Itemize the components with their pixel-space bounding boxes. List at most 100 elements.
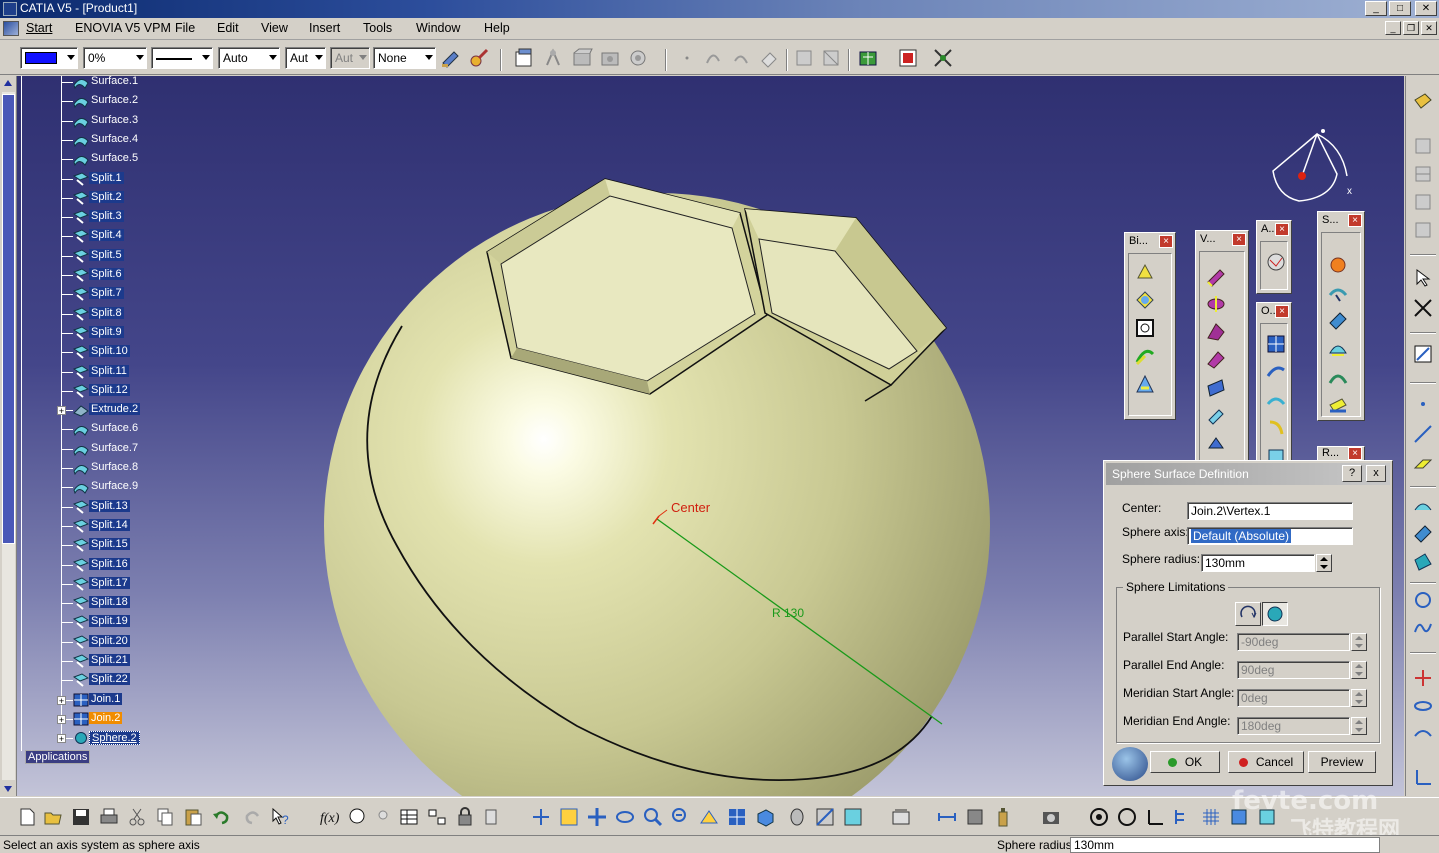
snap-a-icon[interactable] [1411, 134, 1435, 158]
reorder-icon[interactable] [482, 806, 504, 828]
close-icon[interactable]: × [1159, 235, 1173, 248]
cylinder-tool-icon[interactable] [1204, 348, 1228, 372]
eraser-icon[interactable] [758, 47, 780, 69]
hand-icon[interactable] [1116, 806, 1138, 828]
update-all-icon[interactable] [857, 47, 879, 69]
floating-toolbar-v[interactable]: V... × [1195, 230, 1249, 470]
copy-icon[interactable] [154, 806, 176, 828]
radius-spinner[interactable] [1316, 554, 1332, 572]
parallel-start-field[interactable]: -90deg [1237, 633, 1350, 651]
floating-toolbar-o[interactable]: O... × [1256, 302, 1292, 472]
boundary-tool-icon[interactable] [1264, 416, 1288, 440]
color-combo[interactable] [20, 47, 78, 69]
bitangent-icon[interactable] [1133, 260, 1157, 284]
cancel-button[interactable]: Cancel [1228, 751, 1304, 773]
undo-icon[interactable] [210, 806, 232, 828]
measure-inertia-icon[interactable] [599, 47, 621, 69]
meridian-start-field[interactable]: 0deg [1237, 689, 1350, 707]
light-icon[interactable] [372, 806, 394, 828]
menu-help[interactable]: Help [484, 21, 510, 35]
hide-show-icon[interactable] [814, 806, 836, 828]
axis-bottom-icon[interactable] [1144, 806, 1166, 828]
doc-restore-button[interactable]: ❐ [1403, 21, 1419, 35]
expand-icon[interactable]: + [57, 734, 66, 744]
fill-surface-icon[interactable] [1204, 432, 1228, 456]
knowledge-icon[interactable] [346, 806, 368, 828]
snap-c-icon[interactable] [1411, 190, 1435, 214]
split-tool-icon[interactable] [1264, 360, 1288, 384]
ok-button[interactable]: OK [1150, 751, 1220, 773]
preview-button[interactable]: Preview [1308, 751, 1376, 773]
loft-surface-icon[interactable] [1326, 337, 1350, 361]
lock-icon[interactable] [454, 806, 476, 828]
zoom-out-icon[interactable] [670, 806, 692, 828]
apply-material-icon[interactable] [627, 47, 649, 69]
partial-sphere-toggle[interactable] [1235, 602, 1261, 626]
table-icon[interactable] [398, 806, 420, 828]
close-icon[interactable]: × [1232, 233, 1246, 246]
spline-icon[interactable] [1411, 616, 1435, 640]
fit-all-icon[interactable] [558, 806, 580, 828]
revolve-icon[interactable] [1204, 292, 1228, 316]
properties-brush-icon[interactable] [468, 47, 490, 69]
expand-icon[interactable]: + [57, 696, 66, 706]
scroll-down-arrow-icon[interactable] [4, 786, 12, 792]
apply-material-bottom-icon[interactable] [964, 806, 986, 828]
menu-enovia[interactable]: ENOVIA V5 VPM [75, 21, 171, 35]
point-type-combo[interactable]: Aut [330, 47, 370, 69]
offset-tool-icon[interactable] [1204, 376, 1228, 400]
sweep-surface-icon[interactable] [1411, 550, 1435, 574]
status-param-field[interactable]: 130mm [1070, 837, 1380, 853]
iso-view-icon[interactable] [754, 806, 776, 828]
sweep-tool-icon[interactable] [1204, 404, 1228, 428]
painter-icon[interactable] [440, 47, 462, 69]
menu-tools[interactable]: Tools [363, 21, 392, 35]
camera-view-icon[interactable] [890, 806, 912, 828]
close-icon[interactable]: × [1275, 223, 1289, 236]
shading-icon[interactable] [786, 806, 808, 828]
axis-system-icon[interactable] [1411, 766, 1435, 790]
rotate-3d-icon[interactable] [1088, 806, 1110, 828]
rotate-icon[interactable] [1411, 694, 1435, 718]
line-weight-combo[interactable]: Aut [285, 47, 326, 69]
zoom-in-icon[interactable] [642, 806, 664, 828]
tree-scrollbar[interactable] [0, 76, 17, 796]
multi-view-icon[interactable] [726, 806, 748, 828]
fly-mode-icon[interactable] [530, 806, 552, 828]
join-tool-icon[interactable] [1264, 332, 1288, 356]
compass-icon[interactable]: x [1272, 129, 1352, 202]
plane-icon[interactable] [1411, 452, 1435, 476]
constraint-b-icon[interactable] [820, 47, 842, 69]
close-icon[interactable]: × [1348, 447, 1362, 460]
sketcher-icon[interactable] [1411, 342, 1435, 366]
bottle-icon[interactable] [992, 806, 1014, 828]
print-icon[interactable] [98, 806, 120, 828]
measure-between-icon[interactable] [543, 47, 565, 69]
circle-curve-icon[interactable] [1411, 588, 1435, 612]
sphere-surface-icon[interactable] [1326, 253, 1350, 277]
swap-space-icon[interactable] [842, 806, 864, 828]
parallel-start-spinner[interactable] [1351, 633, 1367, 651]
cylinder-surface-icon[interactable] [1326, 281, 1350, 305]
undo-curve-icon[interactable] [702, 47, 724, 69]
center-field[interactable]: Join.2\Vertex.1 [1187, 502, 1353, 520]
square-tool-icon[interactable] [1133, 316, 1157, 340]
capture-icon[interactable] [1040, 806, 1062, 828]
meridian-end-field[interactable]: 180deg [1237, 717, 1350, 735]
ruled-surface-icon[interactable] [1326, 393, 1350, 417]
trim-tool-icon[interactable] [1264, 388, 1288, 412]
grid-icon[interactable] [1200, 806, 1222, 828]
sphere-axis-field[interactable]: Default (Absolute) [1187, 527, 1353, 545]
thickness-combo[interactable]: Auto [218, 47, 280, 69]
floating-toolbar-a[interactable]: A... × [1256, 220, 1292, 294]
catia-app-icon[interactable] [3, 2, 17, 16]
whole-sphere-toggle[interactable] [1262, 602, 1288, 626]
applications-node[interactable]: Applications [25, 750, 91, 764]
save-icon[interactable] [70, 806, 92, 828]
sphere-radius-field[interactable]: 130mm [1201, 554, 1315, 572]
offset-surface-icon[interactable] [1326, 309, 1350, 333]
fill-tool-icon[interactable] [1133, 372, 1157, 396]
measure-item-icon[interactable] [571, 47, 593, 69]
translate-icon[interactable] [1411, 666, 1435, 690]
floating-toolbar-bi[interactable]: Bi... × [1124, 232, 1176, 420]
